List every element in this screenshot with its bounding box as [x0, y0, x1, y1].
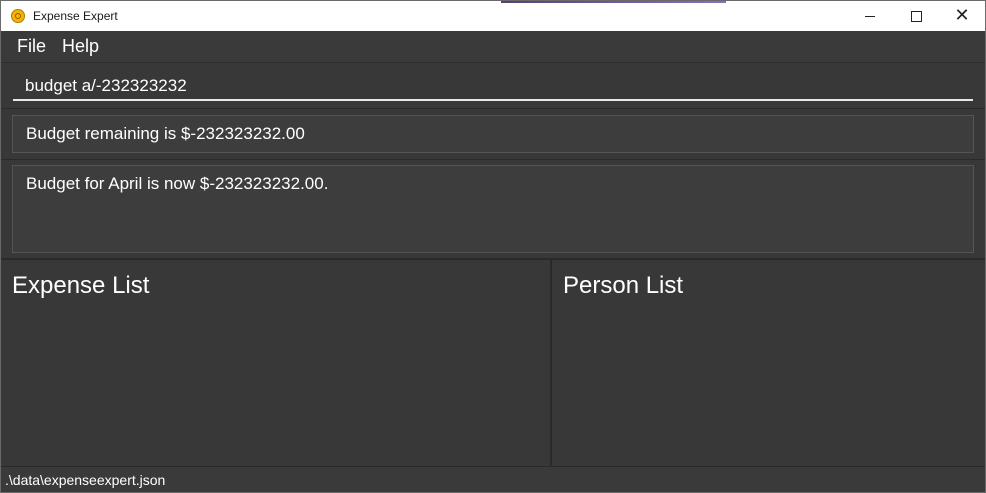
minimize-icon [865, 15, 875, 17]
status-bar: .\data\expenseexpert.json [1, 466, 985, 492]
app-window: Expense Expert ✕ File Help Budget remain… [0, 0, 986, 493]
close-button[interactable]: ✕ [939, 1, 985, 31]
app-icon [11, 9, 25, 23]
result-display[interactable]: Budget for April is now $-232323232.00. [12, 165, 974, 253]
command-input[interactable] [13, 71, 973, 101]
menu-help[interactable]: Help [54, 36, 107, 57]
expense-list-panel[interactable]: Expense List [1, 259, 552, 466]
maximize-icon [910, 10, 922, 22]
person-list-title: Person List [563, 272, 684, 299]
expense-list-title: Expense List [12, 272, 150, 299]
minimize-button[interactable] [847, 1, 893, 31]
background-window-edge [501, 1, 726, 3]
close-icon: ✕ [954, 5, 970, 26]
save-file-path: .\data\expenseexpert.json [5, 472, 166, 488]
window-controls: ✕ [847, 1, 985, 31]
menu-bar: File Help [1, 31, 985, 63]
maximize-button[interactable] [893, 1, 939, 31]
result-section: Budget for April is now $-232323232.00. [1, 160, 985, 259]
title-bar[interactable]: Expense Expert ✕ [1, 1, 985, 31]
budget-section: Budget remaining is $-232323232.00 [1, 109, 985, 160]
budget-display: Budget remaining is $-232323232.00 [12, 115, 974, 153]
person-list-panel[interactable]: Person List [552, 259, 985, 466]
window-title: Expense Expert [33, 9, 118, 23]
menu-file[interactable]: File [9, 36, 54, 57]
command-area [1, 63, 985, 109]
